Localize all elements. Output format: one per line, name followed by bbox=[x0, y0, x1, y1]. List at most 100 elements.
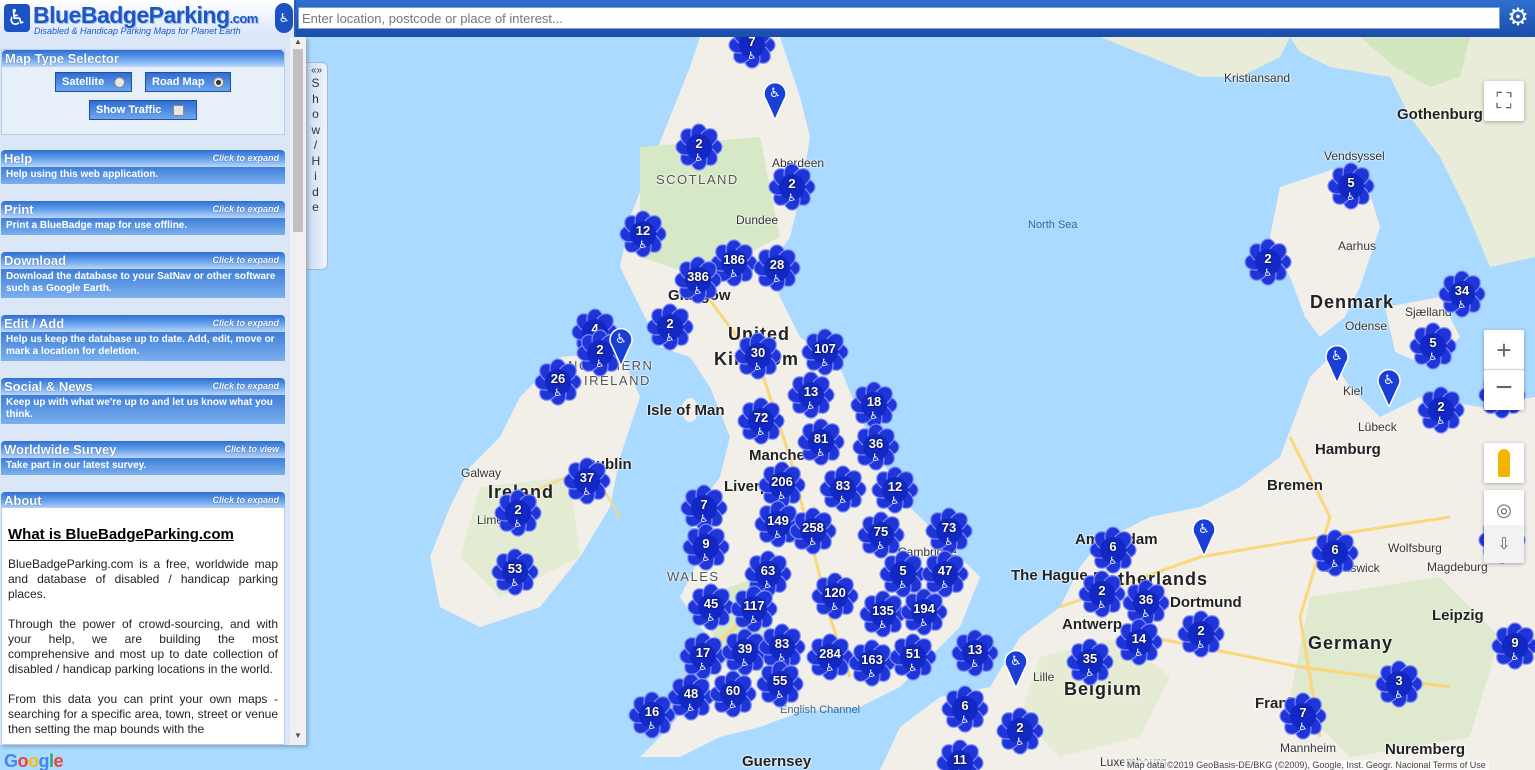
road-map-label: Road Map bbox=[152, 76, 205, 88]
street-view-pegman[interactable] bbox=[1484, 443, 1524, 483]
map-label: Lübeck bbox=[1358, 420, 1397, 434]
parking-cluster-marker[interactable]: 2 ♿ bbox=[493, 488, 543, 538]
parking-cluster-marker[interactable]: 2 ♿ bbox=[1176, 609, 1226, 659]
show-traffic-label: Show Traffic bbox=[96, 104, 162, 116]
site-logo[interactable]: ♿ BlueBadgeParking.com Disabled & Handic… bbox=[0, 0, 296, 37]
parking-cluster-marker[interactable]: 120 ♿ bbox=[810, 571, 860, 621]
expand-hint[interactable]: Click to expand bbox=[212, 153, 279, 163]
scrollbar-thumb[interactable] bbox=[293, 49, 303, 232]
side-panel: Map Type Selector Satellite Road Map Sho… bbox=[0, 37, 306, 745]
parking-cluster-marker[interactable]: 14 ♿ bbox=[1114, 617, 1164, 667]
settings-gear-icon[interactable]: ⚙ bbox=[1505, 5, 1531, 31]
show-traffic-button[interactable]: Show Traffic bbox=[89, 100, 197, 120]
map-label: Guernsey bbox=[742, 753, 812, 770]
parking-cluster-marker[interactable]: 12 ♿ bbox=[870, 465, 920, 515]
directions-button[interactable]: ⇩ bbox=[1484, 527, 1524, 563]
section-title: Download bbox=[4, 253, 67, 268]
road-map-radio[interactable] bbox=[213, 77, 224, 88]
parking-cluster-marker[interactable]: 6 ♿ bbox=[1088, 525, 1138, 575]
search-input[interactable] bbox=[298, 7, 1500, 29]
map-attribution: Map data ©2019 GeoBasis-DE/BKG (©2009), … bbox=[1124, 760, 1489, 770]
parking-cluster-marker[interactable]: 2 ♿ bbox=[995, 706, 1045, 756]
parking-cluster-marker[interactable]: 5♿ bbox=[1408, 321, 1458, 371]
view-hint[interactable]: Click to view bbox=[224, 444, 279, 454]
about-heading: What is BlueBadgeParking.com bbox=[8, 526, 234, 543]
parking-cluster-marker[interactable]: 6 ♿ bbox=[1310, 528, 1360, 578]
parking-cluster-marker[interactable]: 55 ♿ bbox=[755, 659, 805, 709]
parking-cluster-marker[interactable]: 13 ♿ bbox=[786, 370, 836, 420]
section-description: Help using this web application. bbox=[1, 167, 285, 184]
parking-pin-marker[interactable]: ♿ bbox=[763, 80, 787, 122]
parking-pin-marker[interactable]: ♿ bbox=[1377, 367, 1401, 409]
road-map-button[interactable]: Road Map bbox=[145, 72, 231, 92]
parking-pin-marker[interactable]: ♿ bbox=[1192, 516, 1216, 558]
expand-hint[interactable]: Click to expand bbox=[212, 318, 279, 328]
map-label: Nuremberg bbox=[1385, 741, 1466, 758]
map-label: Dundee bbox=[736, 213, 779, 227]
parking-cluster-marker[interactable]: 2 ♿ bbox=[1243, 237, 1293, 287]
parking-cluster-marker[interactable]: 37 ♿ bbox=[562, 456, 612, 506]
parking-cluster-marker[interactable]: 11♿ bbox=[935, 738, 985, 770]
expand-hint[interactable]: Click to expand bbox=[212, 255, 279, 265]
parking-cluster-marker[interactable]: 28 ♿ bbox=[752, 243, 802, 293]
panel-scrollbar[interactable]: ▲ ▼ bbox=[290, 37, 306, 745]
show-hide-label: Show / Hide bbox=[311, 76, 323, 214]
parking-pin-marker[interactable]: ♿ bbox=[1325, 343, 1349, 385]
expand-hint[interactable]: Click to expand bbox=[212, 381, 279, 391]
my-location-button[interactable]: ◎ bbox=[1484, 490, 1524, 530]
section-download[interactable]: Download Click to expand Download the dat… bbox=[1, 252, 285, 298]
section-social-news[interactable]: Social & News Click to expand Keep up wit… bbox=[1, 378, 285, 424]
brand-name: BlueBadgeParking.com bbox=[33, 2, 258, 28]
parking-cluster-marker[interactable]: 6 ♿ bbox=[940, 684, 990, 734]
parking-cluster-marker[interactable]: 13 ♿ bbox=[950, 628, 1000, 678]
parking-cluster-marker[interactable]: 16 ♿ bbox=[627, 690, 677, 740]
parking-cluster-marker[interactable]: 35 ♿ bbox=[1065, 637, 1115, 687]
about-paragraph: BlueBadgeParking.com is a free, worldwid… bbox=[8, 557, 278, 601]
show-hide-tab[interactable]: «» Show / Hide bbox=[306, 62, 328, 270]
section-description: Take part in our latest survey. bbox=[1, 458, 285, 475]
satellite-radio[interactable] bbox=[114, 77, 125, 88]
parking-cluster-marker[interactable]: 194 ♿ bbox=[899, 587, 949, 637]
minus-icon: − bbox=[1495, 371, 1513, 404]
zoom-out-button[interactable]: − bbox=[1484, 370, 1524, 410]
scroll-up-icon[interactable]: ▲ bbox=[294, 37, 302, 46]
parking-cluster-marker[interactable]: 9 ♿ bbox=[1490, 621, 1535, 671]
google-logo: Google bbox=[4, 751, 64, 770]
section-worldwide-survey[interactable]: Worldwide Survey Click to view Take part … bbox=[1, 441, 285, 475]
parking-cluster-marker[interactable]: 53 ♿ bbox=[490, 547, 540, 597]
parking-cluster-marker[interactable]: 60 ♿ bbox=[708, 669, 758, 719]
about-content: What is BlueBadgeParking.com BlueBadgePa… bbox=[1, 507, 285, 745]
parking-cluster-marker[interactable]: 7 ♿ bbox=[1278, 691, 1328, 741]
parking-cluster-marker[interactable]: 2 ♿ bbox=[645, 302, 695, 352]
scroll-down-icon[interactable]: ▼ bbox=[294, 731, 302, 740]
parking-cluster-marker[interactable]: 72 ♿ bbox=[736, 396, 786, 446]
parking-cluster-marker[interactable]: 51 ♿ bbox=[888, 632, 938, 682]
parking-cluster-marker[interactable]: 12 ♿ bbox=[618, 209, 668, 259]
section-print[interactable]: Print Click to expand Print a BlueBadge m… bbox=[1, 201, 285, 235]
parking-pin-marker[interactable]: ♿ bbox=[609, 326, 633, 368]
parking-cluster-marker[interactable]: 2 ♿ bbox=[674, 122, 724, 172]
parking-cluster-marker[interactable]: 2 ♿ bbox=[1077, 569, 1127, 619]
section-edit-add[interactable]: Edit / Add Click to expand Help us keep t… bbox=[1, 315, 285, 361]
parking-cluster-marker[interactable]: 2 ♿ bbox=[767, 162, 817, 212]
parking-cluster-marker[interactable]: 386 ♿ bbox=[673, 255, 723, 305]
parking-cluster-marker[interactable]: 5♿ bbox=[1326, 161, 1376, 211]
parking-cluster-marker[interactable]: 3 ♿ bbox=[1374, 659, 1424, 709]
expand-hint[interactable]: Click to expand bbox=[212, 204, 279, 214]
zoom-in-button[interactable]: + bbox=[1484, 330, 1524, 370]
app: Kristiansand Gothenburg Vendsyssel Aarhus De… bbox=[0, 0, 1535, 770]
parking-cluster-marker[interactable]: 30 ♿ bbox=[733, 331, 783, 381]
parking-cluster-marker[interactable]: 258 ♿ bbox=[788, 506, 838, 556]
section-help[interactable]: Help Click to expand Help using this web … bbox=[1, 150, 285, 184]
section-title: Print bbox=[4, 202, 34, 217]
parking-cluster-marker[interactable]: 26 ♿ bbox=[533, 357, 583, 407]
parking-pin-marker[interactable]: ♿ bbox=[1004, 648, 1028, 690]
parking-cluster-marker[interactable]: 9 ♿ bbox=[681, 522, 731, 572]
parking-cluster-marker[interactable]: 2 ♿ bbox=[1416, 385, 1466, 435]
expand-hint[interactable]: Click to expand bbox=[212, 495, 279, 505]
fullscreen-button[interactable]: ⛶ bbox=[1484, 81, 1524, 121]
show-traffic-checkbox[interactable] bbox=[173, 105, 184, 116]
map-type-selector: Map Type Selector Satellite Road Map Sho… bbox=[1, 49, 285, 135]
satellite-button[interactable]: Satellite bbox=[55, 72, 132, 92]
parking-cluster-marker[interactable]: 34 ♿ bbox=[1437, 269, 1487, 319]
